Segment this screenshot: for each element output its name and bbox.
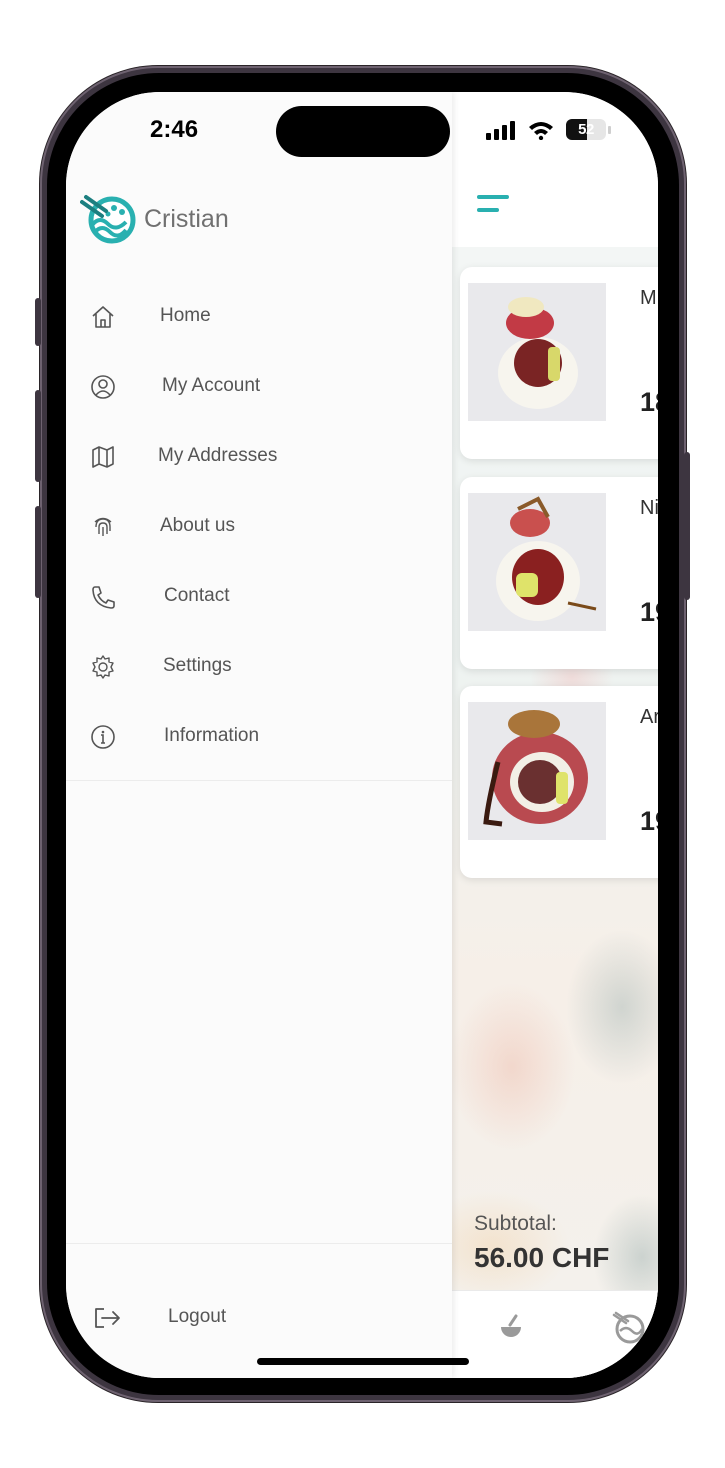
menu-divider [66, 780, 452, 781]
item-name: Ni [640, 497, 658, 519]
gear-icon [92, 655, 114, 679]
tab-bar [452, 1290, 658, 1378]
wifi-icon [529, 122, 553, 140]
menu-item-information[interactable]: Information [66, 708, 452, 768]
menu-label: My Addresses [158, 445, 278, 466]
menu-item-home[interactable]: Home [66, 288, 452, 348]
item-price: 18 [640, 387, 658, 417]
volume-down-button [35, 506, 41, 598]
menu-item-contact[interactable]: Contact [66, 568, 452, 628]
subtotal-label: Subtotal: [474, 1212, 557, 1235]
footer-divider [66, 1243, 452, 1244]
dynamic-island [276, 106, 450, 157]
sushi-logo-icon [80, 195, 136, 244]
item-name: Ar [640, 706, 658, 728]
item-name: M [640, 287, 657, 309]
cart-screen: M 18 Ni 19 [452, 92, 658, 1378]
user-name: Cristian [144, 204, 229, 233]
status-icons: 52 [486, 118, 616, 142]
battery-cap [608, 126, 611, 134]
menu-item-account[interactable]: My Account [66, 358, 452, 418]
battery-icon: 52 [566, 119, 606, 140]
menu-label: Information [164, 725, 260, 746]
sushi-image [468, 493, 606, 631]
sushi-image [468, 283, 606, 421]
sushi-logo-icon[interactable] [612, 1311, 646, 1345]
menu-icon[interactable] [477, 195, 513, 217]
item-price: 19 [640, 806, 658, 836]
cart-item[interactable]: Ni 19 [460, 477, 658, 669]
phone-icon [92, 586, 115, 609]
drawer-header: Cristian [80, 194, 229, 244]
fingerprint-icon [94, 517, 112, 536]
subtotal-value: 56.00 CHF [474, 1242, 610, 1273]
item-price: 19 [640, 597, 658, 627]
home-icon [92, 306, 114, 328]
side-drawer: Cristian Home My Account My Addresses Ab… [66, 92, 452, 1378]
menu-item-settings[interactable]: Settings [66, 638, 452, 698]
menu-item-about[interactable]: About us [66, 498, 452, 558]
menu-label: Settings [163, 655, 232, 676]
info-icon [91, 725, 115, 749]
sushi-image [468, 702, 606, 840]
menu-item-addresses[interactable]: My Addresses [66, 428, 452, 488]
menu-label: My Account [162, 375, 261, 396]
map-icon [92, 446, 114, 468]
account-icon [91, 375, 115, 399]
menu-label: Home [160, 305, 211, 326]
battery-level: 52 [578, 121, 594, 138]
home-indicator[interactable] [257, 1358, 469, 1365]
status-time: 2:46 [150, 116, 199, 143]
volume-up-button [35, 390, 41, 482]
cart-item[interactable]: M 18 [460, 267, 658, 459]
action-button [35, 298, 41, 346]
screen: M 18 Ni 19 [66, 92, 658, 1378]
logout-label: Logout [168, 1306, 227, 1327]
logout-button[interactable]: Logout [66, 1289, 452, 1349]
menu-label: Contact [164, 585, 230, 606]
bowl-icon[interactable] [496, 1313, 526, 1343]
cart-item[interactable]: Ar 19 [460, 686, 658, 878]
menu-label: About us [160, 515, 235, 536]
cellular-signal-icon [486, 121, 515, 140]
power-button [684, 452, 690, 600]
logout-icon [95, 1308, 120, 1328]
